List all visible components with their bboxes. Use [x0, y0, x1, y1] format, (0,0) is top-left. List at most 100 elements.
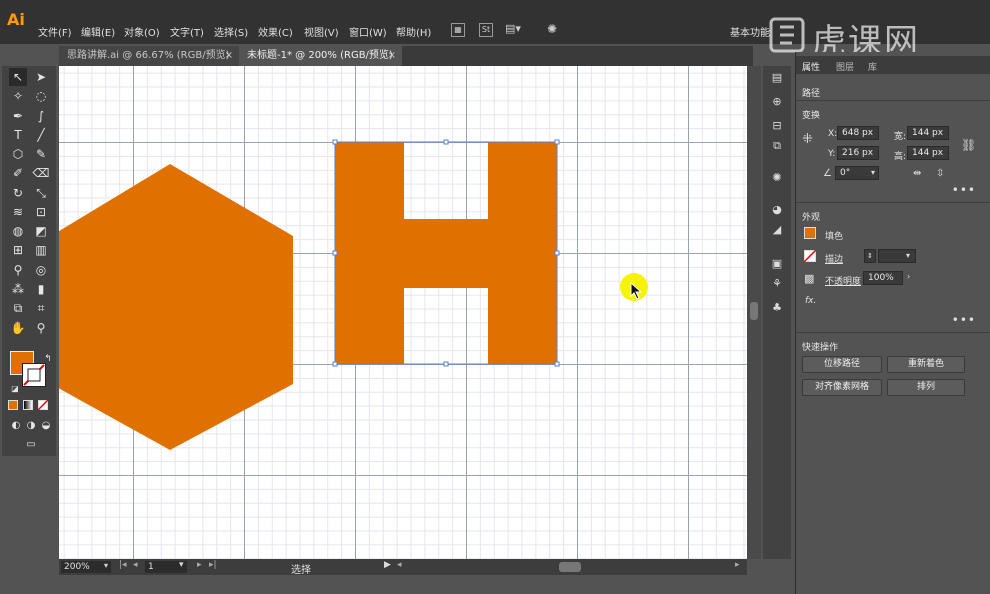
perspective-grid-icon[interactable]: ◩	[32, 222, 50, 240]
curvature-tool-icon[interactable]: ∫	[32, 107, 50, 125]
menu-type[interactable]: 文字(T)	[170, 24, 204, 39]
chevron-down-icon[interactable]: ▾	[179, 560, 184, 570]
width-field[interactable]: 144 px	[907, 126, 949, 140]
slice-tool-icon[interactable]: ⌗	[32, 299, 50, 317]
shape-builder-icon[interactable]: ◍	[9, 222, 27, 240]
arrange-button[interactable]: 排列	[887, 379, 965, 396]
gradient-tool-icon[interactable]: ▥	[32, 241, 50, 259]
artboard-tool-icon[interactable]: ⧉	[9, 299, 27, 317]
stock-icon[interactable]: St	[479, 23, 493, 37]
chevron-down-icon[interactable]: ▾	[871, 168, 875, 177]
tab-document-1[interactable]: 思路讲解.ai @ 66.67% (RGB/预览) ×	[59, 46, 239, 66]
height-field[interactable]: 144 px	[907, 146, 949, 160]
next-artboard-icon[interactable]: ▸	[197, 560, 202, 570]
tab-libraries[interactable]: 库	[868, 60, 877, 73]
more-options-icon[interactable]: •••	[952, 183, 976, 197]
stroke-weight-field[interactable]	[878, 249, 916, 263]
recolor-button[interactable]: 重新着色	[887, 356, 965, 373]
color-icon[interactable]: ✺	[769, 170, 785, 186]
gradient-panel-icon[interactable]: ◢	[769, 222, 785, 238]
constrain-proportions-icon[interactable]: ⛓	[961, 138, 976, 152]
pathfinder-icon[interactable]: ⧉	[769, 138, 785, 154]
reference-point-icon[interactable]: ⁜	[802, 132, 813, 147]
zoom-tool-icon[interactable]: ⚲	[32, 319, 50, 337]
menu-view[interactable]: 视图(V)	[304, 24, 339, 39]
screen-mode-icon[interactable]: ▭	[20, 436, 42, 454]
swatches-icon[interactable]: ◕	[769, 202, 785, 218]
selection-tool-icon[interactable]: ↖	[9, 68, 27, 86]
magic-wand-icon[interactable]: ✧	[9, 87, 27, 105]
brushes-icon[interactable]: ⚘	[769, 276, 785, 292]
tab-layers[interactable]: 图层	[836, 60, 854, 73]
eyedropper-icon[interactable]: ⚲	[9, 261, 27, 279]
close-icon[interactable]: ×	[388, 46, 396, 66]
warp-tool-icon[interactable]: ≋	[9, 203, 27, 221]
align-icon[interactable]: ⊟	[769, 118, 785, 134]
line-tool-icon[interactable]: ╱	[32, 126, 50, 144]
workspace-switcher[interactable]: 基本功能	[730, 24, 770, 39]
free-transform-icon[interactable]: ⊡	[32, 203, 50, 221]
gpu-icon[interactable]: ✺	[545, 23, 559, 37]
hand-tool-icon[interactable]: ✋	[9, 319, 27, 337]
opacity-field[interactable]: 100%	[863, 271, 903, 285]
none-mode-icon[interactable]	[38, 400, 48, 410]
align-to-pixel-grid-button[interactable]: 对齐像素网格	[802, 379, 882, 396]
chevron-down-icon[interactable]: ▾	[104, 561, 108, 570]
symbol-sprayer-icon[interactable]: ⁂	[9, 280, 27, 298]
shaper-tool-icon[interactable]: ✐	[9, 164, 27, 182]
tab-document-2[interactable]: 未标题-1* @ 200% (RGB/预览) ×	[239, 46, 402, 66]
scroll-right-icon[interactable]: ▸	[735, 560, 740, 570]
gradient-mode-icon[interactable]	[23, 400, 33, 410]
libraries-icon[interactable]: ▤	[769, 70, 785, 86]
menu-window[interactable]: 窗口(W)	[349, 24, 387, 39]
opacity-label[interactable]: 不透明度	[825, 274, 861, 287]
tab-properties[interactable]: 属性	[802, 60, 820, 73]
rotate-tool-icon[interactable]: ↻	[9, 184, 27, 202]
draw-inside-icon[interactable]: ◒	[37, 417, 55, 435]
previous-artboard-icon[interactable]: ◂	[133, 560, 138, 570]
horizontal-scroll-thumb[interactable]	[559, 562, 581, 572]
color-mode-icon[interactable]	[8, 400, 18, 410]
vertical-scroll-thumb[interactable]	[750, 302, 758, 320]
artboards-icon[interactable]: ⊕	[769, 94, 785, 110]
chevron-right-icon[interactable]: ›	[907, 272, 910, 281]
menu-effect[interactable]: 效果(C)	[258, 24, 293, 39]
transparency-icon[interactable]: ▣	[769, 256, 785, 272]
stroke-weight-stepper[interactable]: ⇕	[864, 249, 876, 263]
more-options-icon[interactable]: •••	[952, 313, 976, 327]
stroke-label[interactable]: 描边	[825, 252, 843, 265]
type-tool-icon[interactable]: T	[9, 126, 27, 144]
last-artboard-icon[interactable]: ▸|	[209, 560, 217, 570]
first-artboard-icon[interactable]: |◂	[119, 560, 127, 570]
scale-tool-icon[interactable]: ⤡	[32, 184, 50, 202]
paintbrush-icon[interactable]: ✎	[32, 145, 50, 163]
menu-edit[interactable]: 编辑(E)	[81, 24, 115, 39]
menu-object[interactable]: 对象(O)	[124, 24, 160, 39]
blend-tool-icon[interactable]: ◎	[32, 261, 50, 279]
artboard-canvas[interactable]	[59, 66, 747, 559]
vertical-scrollbar[interactable]	[747, 66, 761, 559]
bridge-icon[interactable]: ▦	[451, 23, 465, 37]
hexagon-shape[interactable]	[59, 164, 293, 450]
fx-button[interactable]: fx.	[805, 296, 816, 306]
status-menu-arrow-icon[interactable]: ▶	[384, 560, 391, 570]
menu-select[interactable]: 选择(S)	[214, 24, 248, 39]
lasso-icon[interactable]: ◌	[32, 87, 50, 105]
column-graph-icon[interactable]: ▮	[32, 280, 50, 298]
eraser-icon[interactable]: ⌫	[32, 164, 50, 182]
swap-fill-stroke-icon[interactable]: ↰	[39, 350, 57, 368]
mesh-tool-icon[interactable]: ⊞	[9, 241, 27, 259]
letter-h-shape[interactable]	[335, 142, 557, 364]
arrange-documents-icon[interactable]: ▤▾	[505, 23, 521, 37]
fill-swatch[interactable]	[804, 227, 816, 239]
symbols-icon[interactable]: ♣	[769, 300, 785, 316]
offset-path-button[interactable]: 位移路径	[802, 356, 882, 373]
close-icon[interactable]: ×	[225, 46, 233, 66]
status-tool-label[interactable]: 选择	[291, 561, 311, 576]
pen-tool-icon[interactable]: ✒	[9, 107, 27, 125]
shape-tool-icon[interactable]: ⬡	[9, 145, 27, 163]
y-position-field[interactable]: 216 px	[837, 146, 879, 160]
chevron-down-icon[interactable]: ▾	[906, 251, 910, 260]
menu-file[interactable]: 文件(F)	[38, 24, 72, 39]
stroke-swatch[interactable]	[804, 250, 816, 262]
